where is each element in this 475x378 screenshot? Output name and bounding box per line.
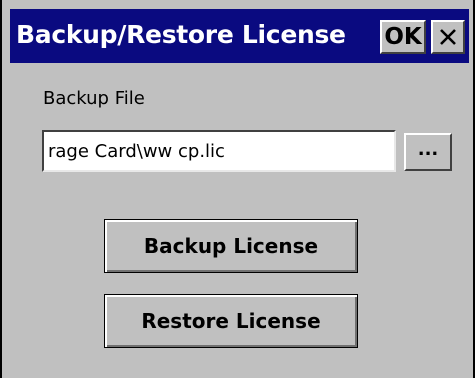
backup-file-label: Backup File	[43, 88, 145, 109]
backup-file-input[interactable]	[42, 130, 396, 172]
ok-button[interactable]: OK	[380, 20, 426, 54]
backup-license-button[interactable]: Backup License	[104, 219, 358, 273]
title-bar: Backup/Restore License OK	[10, 9, 469, 63]
window-title: Backup/Restore License	[16, 20, 346, 49]
restore-license-button[interactable]: Restore License	[104, 294, 358, 348]
backup-restore-dialog: Backup/Restore License OK Backup File ..…	[0, 0, 475, 378]
close-button[interactable]	[431, 20, 465, 54]
browse-button[interactable]: ...	[404, 133, 452, 171]
close-icon	[438, 27, 458, 47]
